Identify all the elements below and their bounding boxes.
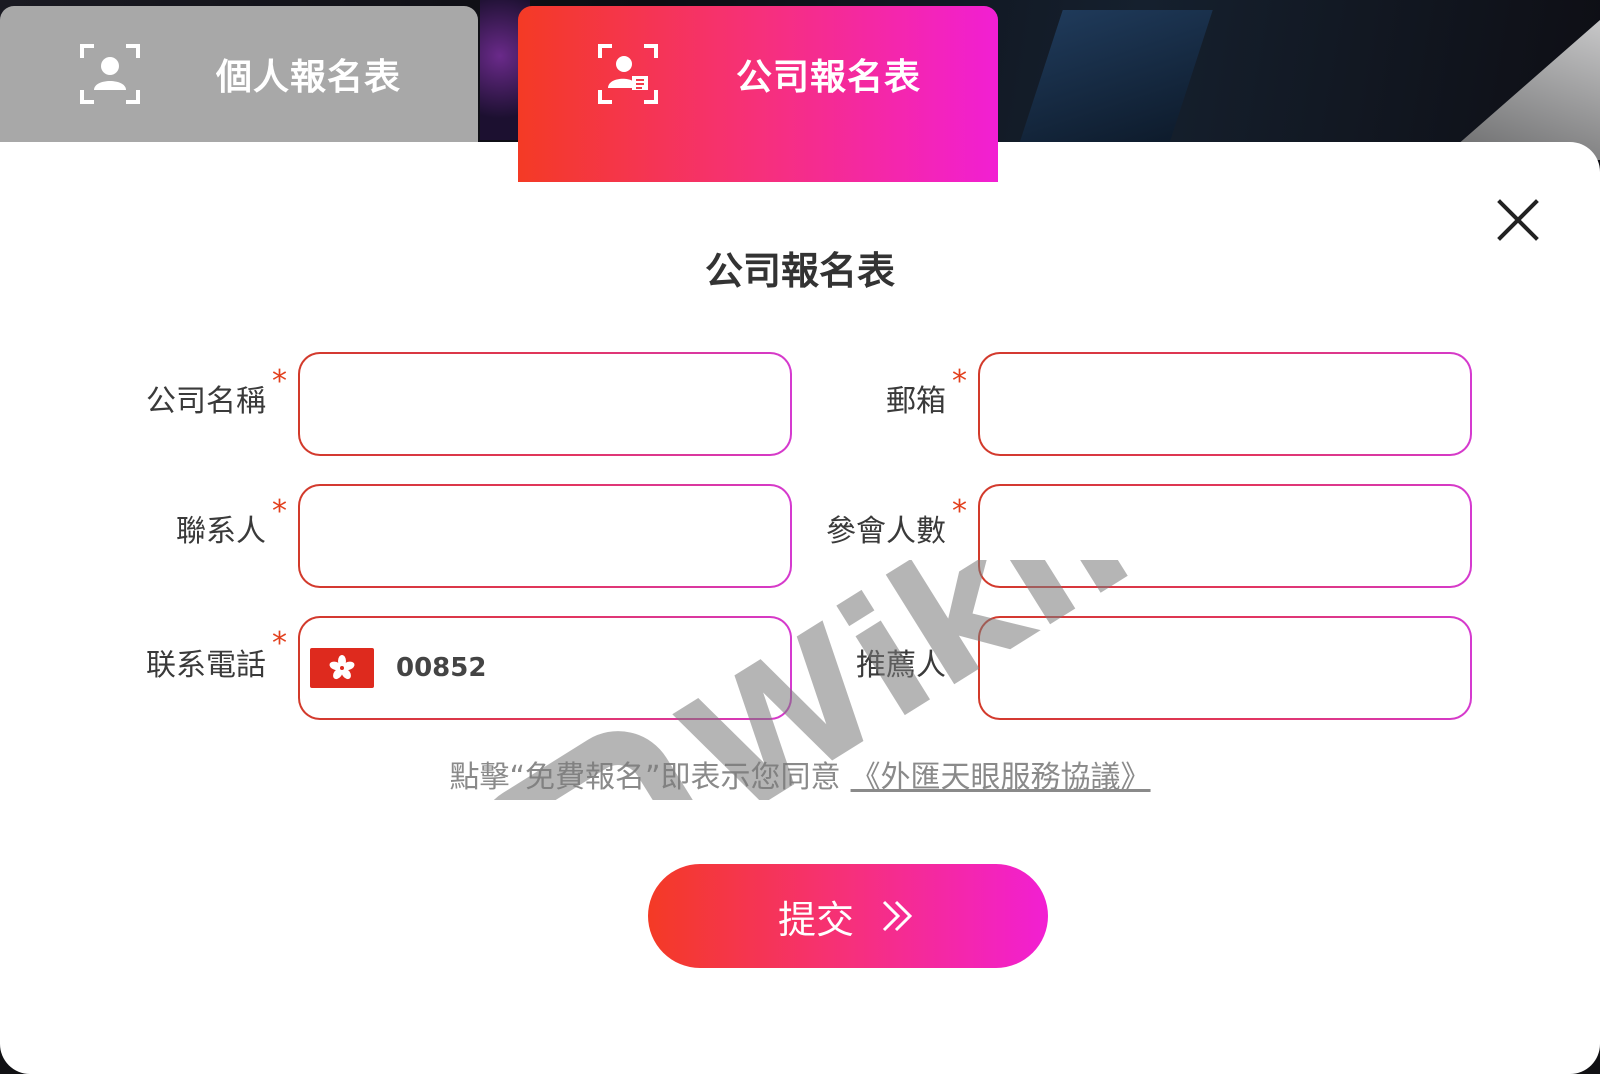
required-mark: * [952,494,967,529]
required-mark: * [952,364,967,399]
required-mark: * [272,364,287,399]
dial-code[interactable]: 00852 [396,653,486,683]
submit-button[interactable]: 提交 [648,864,1048,968]
contact-field[interactable] [298,484,792,588]
required-mark: * [272,494,287,529]
phone-input[interactable] [486,618,790,718]
email-input[interactable] [980,354,1470,454]
contact-input[interactable] [300,486,790,586]
referrer-label: 推薦人 [856,648,946,683]
bauhinia-icon [329,655,355,680]
attendees-label: 參會人數 [826,514,946,549]
company-name-input[interactable] [300,354,790,454]
person-scan-icon [80,44,140,104]
email-field[interactable] [978,352,1472,456]
business-person-scan-icon [598,44,658,104]
referrer-field[interactable] [978,616,1472,720]
modal-title: 公司報名表 [704,249,895,293]
agreement-notice: 點擊“免費報名”即表示您同意 《外匯天眼服務協議》 [0,752,1600,796]
company-name-field[interactable] [298,352,792,456]
hong-kong-flag[interactable] [310,648,374,688]
agreement-link[interactable]: 《外匯天眼服務協議》 [851,760,1151,795]
submit-label: 提交 [777,897,854,942]
tab-personal[interactable]: 個人報名表 [0,6,478,142]
close-icon[interactable] [1494,196,1542,244]
phone-field[interactable]: 00852 [298,616,792,720]
attendees-input[interactable] [980,486,1470,586]
agreement-text: 點擊“免費報名”即表示您同意 [449,760,841,795]
tab-personal-label: 個人報名表 [216,57,402,98]
required-mark: * [272,626,287,661]
tab-company[interactable]: 公司報名表 [518,6,998,182]
email-label: 郵箱 [886,384,946,419]
referrer-input[interactable] [980,618,1470,718]
contact-label: 聯系人 [176,514,266,549]
tab-company-label: 公司報名表 [736,57,922,98]
company-name-label: 公司名稱 [146,384,266,419]
attendees-field[interactable] [978,484,1472,588]
phone-label: 联系電話 [146,648,266,683]
double-chevron-right-icon [882,900,913,932]
